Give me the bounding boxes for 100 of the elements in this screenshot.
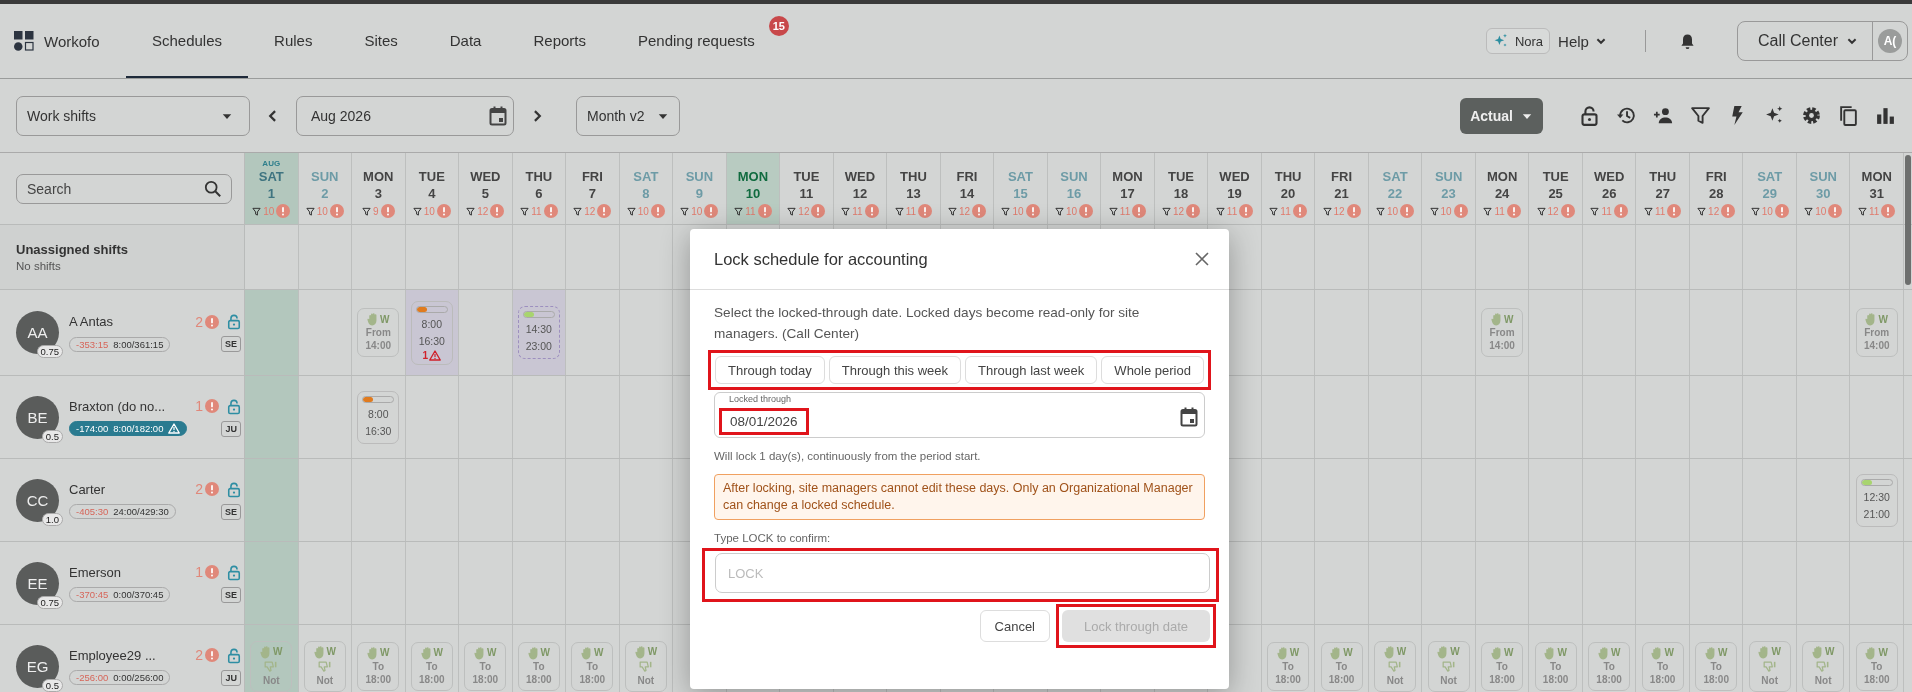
shift-card[interactable]: 12:30 21:00	[1855, 473, 1898, 527]
preference-label: From	[1489, 326, 1515, 339]
cancel-button[interactable]: Cancel	[979, 610, 1050, 642]
month-label: AUG	[262, 159, 281, 168]
nav-tab[interactable]: Schedules	[126, 4, 249, 78]
filter-icon	[1483, 206, 1493, 216]
search-field[interactable]: Search	[16, 173, 232, 204]
fte-badge: 1.0	[41, 512, 63, 526]
copy-icon[interactable]	[1838, 105, 1859, 126]
notifications-icon[interactable]	[1679, 32, 1695, 50]
employee-name[interactable]: Employee29 ...	[69, 647, 179, 663]
site-menu[interactable]: Call Center	[1737, 22, 1873, 60]
shift-count: 11	[1601, 205, 1612, 217]
filter-icon	[1054, 206, 1064, 216]
date-label: 17	[1120, 185, 1135, 202]
shift-count: 11	[1494, 205, 1505, 217]
shift-end: 21:00	[1863, 506, 1890, 522]
filter-icon	[734, 206, 744, 216]
date-label: 12	[852, 185, 868, 202]
user-avatar[interactable]: A(	[1878, 29, 1902, 53]
preference-time: 18:00	[472, 672, 499, 686]
site-selector[interactable]: Call Center A(	[1736, 21, 1908, 61]
warning-count: 2	[195, 481, 203, 497]
weekday-label: SUN	[685, 168, 714, 185]
warning-icon	[205, 399, 219, 413]
employee-name[interactable]: Carter	[69, 481, 179, 497]
shift-count: 11	[1226, 205, 1238, 217]
date-field[interactable]: Locked through 08/01/2026	[714, 392, 1205, 438]
warning-icon	[1079, 204, 1094, 218]
mode-select[interactable]: Month v2	[576, 95, 680, 136]
warning-icon	[1346, 204, 1361, 218]
date-label: 19	[1227, 185, 1242, 202]
preference-time: 18:00	[1328, 672, 1355, 686]
weekday-label: SAT	[1382, 168, 1408, 185]
unlock-icon[interactable]	[227, 397, 241, 415]
weekday-label: WED	[1593, 168, 1625, 185]
shift-card[interactable]: 8:00 16:30	[357, 390, 400, 444]
unlock-icon[interactable]	[227, 646, 241, 664]
assistant-button[interactable]: Nora	[1485, 28, 1551, 54]
filter-icon	[626, 206, 636, 216]
view-select[interactable]: Work shifts	[16, 95, 250, 136]
shift-card[interactable]: 14:30 23:00	[517, 306, 560, 359]
scenario-dropdown[interactable]: Actual	[1460, 97, 1543, 134]
calendar-icon[interactable]	[489, 105, 507, 126]
confirm-input[interactable]: LOCK	[715, 553, 1210, 593]
nav-tab[interactable]: Reports	[507, 4, 612, 78]
employee-name[interactable]: Emerson	[69, 564, 179, 580]
weekday-label: WED	[470, 168, 501, 185]
weekday-label: FRI	[956, 168, 978, 185]
scrollbar[interactable]	[1905, 155, 1911, 285]
warning-icon	[704, 204, 719, 218]
shift-card[interactable]: 8:00 16:30 1	[410, 300, 453, 365]
preset-button[interactable]: Whole period	[1101, 356, 1204, 384]
employee-name[interactable]: Braxton (do no...	[69, 398, 179, 414]
filter-icon	[520, 206, 530, 216]
shift-count: 11	[1869, 205, 1880, 217]
warning-icon	[1506, 204, 1521, 218]
close-icon[interactable]	[1195, 252, 1209, 266]
warning-icon	[276, 204, 291, 218]
help-menu[interactable]: Help	[1558, 32, 1607, 50]
filter-icon	[1536, 206, 1546, 216]
unlock-icon[interactable]	[227, 313, 241, 330]
hand-icon	[1704, 645, 1717, 660]
nav-tab[interactable]: Pending requests 15	[612, 4, 791, 78]
shift-count: 10	[691, 205, 703, 217]
preference-time: 14:00	[1489, 339, 1515, 352]
filter-icon[interactable]	[1690, 105, 1711, 126]
preset-button[interactable]: Through last week	[965, 356, 1098, 384]
warning-icon	[168, 423, 181, 434]
nav-tab[interactable]: Sites	[338, 4, 424, 78]
preference-label: To	[372, 659, 384, 673]
preference-label: From	[365, 326, 391, 339]
period-field[interactable]: Aug 2026	[296, 95, 514, 136]
lock-icon[interactable]	[1579, 105, 1600, 126]
nav-tab[interactable]: Data	[423, 4, 508, 78]
preference-code: W	[1878, 647, 1888, 658]
unlock-icon[interactable]	[227, 563, 241, 581]
filter-icon	[1643, 206, 1653, 216]
shift-count: 10	[1387, 205, 1399, 217]
add-person-icon[interactable]	[1653, 105, 1674, 126]
preset-button[interactable]: Through this week	[828, 356, 962, 384]
settings-icon[interactable]	[1801, 105, 1822, 126]
warning-icon	[329, 204, 344, 218]
preference-time: 18:00	[1703, 672, 1729, 686]
preference-code: W	[1503, 313, 1514, 325]
date-label: 3	[374, 185, 382, 202]
bar-chart-icon[interactable]	[1875, 105, 1896, 126]
nav-tab[interactable]: Rules	[248, 4, 339, 78]
shift-start: 12:30	[1863, 489, 1890, 505]
history-icon[interactable]	[1616, 105, 1637, 126]
unlock-icon[interactable]	[227, 480, 241, 498]
preference-label: Not	[637, 673, 655, 687]
hours-total: 8:00/361:15	[113, 338, 164, 350]
employee-name[interactable]: A Antas	[69, 314, 179, 329]
weekday-label: FRI	[1705, 168, 1727, 185]
calendar-icon[interactable]	[1180, 407, 1198, 427]
date-label: 16	[1066, 185, 1082, 202]
preference-label: To	[1496, 659, 1508, 673]
preference-label: From	[1864, 326, 1890, 339]
preset-button[interactable]: Through today	[715, 356, 825, 384]
